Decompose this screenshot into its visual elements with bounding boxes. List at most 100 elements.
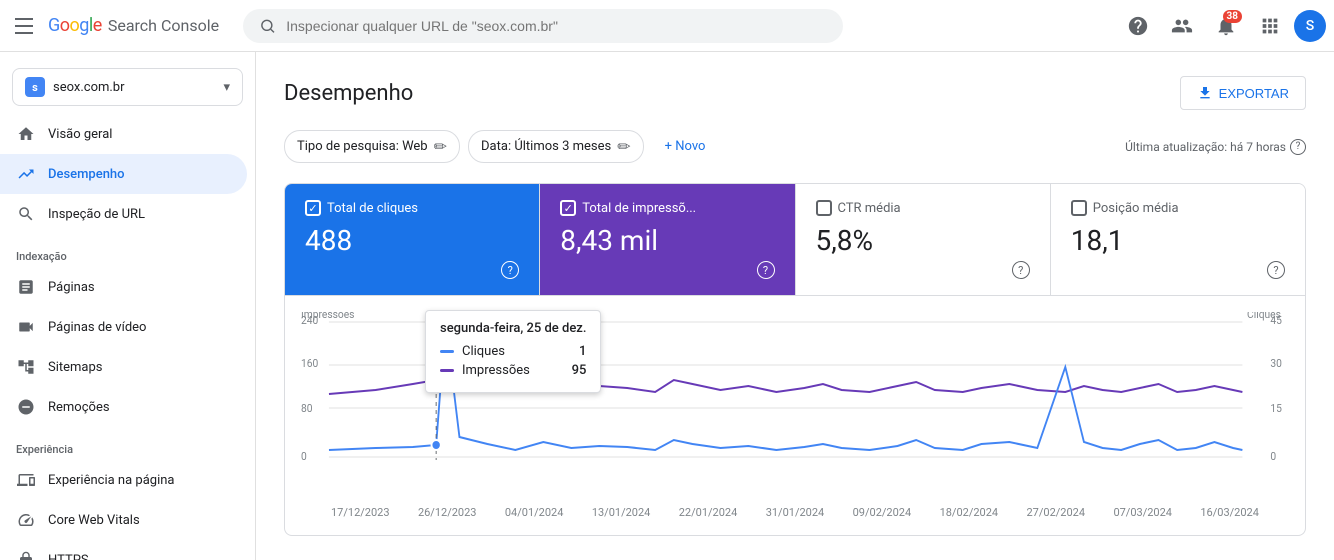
sidebar-item-remocoes[interactable]: Remoções — [0, 387, 247, 427]
x-axis-labels: 17/12/2023 26/12/2023 04/01/2024 13/01/2… — [301, 502, 1289, 519]
tooltip-row-impressoes: Impressões 95 — [440, 363, 586, 378]
devices-icon — [16, 470, 36, 490]
last-update: Última atualização: há 7 horas ? — [1125, 139, 1306, 155]
metric-value-ctr: 5,8% — [816, 224, 1030, 257]
home-icon — [16, 124, 36, 144]
metric-info-impressoes: ? — [560, 261, 774, 279]
page-header: Desempenho EXPORTAR — [284, 76, 1306, 110]
info-icon-impressoes[interactable]: ? — [757, 261, 775, 279]
metric-checkbox-cliques[interactable] — [305, 200, 321, 216]
metric-checkbox-impressoes[interactable] — [560, 200, 576, 216]
sidebar-item-inspecao-url[interactable]: Inspeção de URL — [0, 194, 247, 234]
sidebar-item-label: Core Web Vitals — [48, 513, 140, 528]
videocam-icon — [16, 317, 36, 337]
info-icon-cliques[interactable]: ? — [501, 261, 519, 279]
metric-value-cliques: 488 — [305, 224, 519, 257]
add-filter-label: + Novo — [665, 139, 706, 154]
svg-text:0: 0 — [1270, 450, 1276, 463]
export-button[interactable]: EXPORTAR — [1180, 76, 1306, 110]
sidebar-item-paginas[interactable]: Páginas — [0, 267, 247, 307]
metric-label-posicao: Posição média — [1093, 201, 1179, 216]
help-button[interactable] — [1118, 6, 1158, 46]
sidebar-item-core-web-vitals[interactable]: Core Web Vitals — [0, 500, 247, 540]
top-nav: Google Search Console 38 S — [0, 0, 1334, 52]
edit-icon: ✏ — [617, 137, 630, 156]
info-icon-ctr[interactable]: ? — [1012, 261, 1030, 279]
metric-header-posicao: Posição média — [1071, 200, 1285, 216]
sidebar-item-label: Páginas — [48, 280, 95, 295]
sidebar-item-https[interactable]: HTTPS — [0, 540, 247, 560]
sidebar-item-label: Desempenho — [48, 167, 125, 182]
avatar[interactable]: S — [1294, 10, 1326, 42]
svg-text:Cliques: Cliques — [1247, 312, 1281, 321]
sidebar-item-visao-geral[interactable]: Visão geral — [0, 114, 247, 154]
notifications-button[interactable]: 38 — [1206, 6, 1246, 46]
person-icon — [1171, 15, 1193, 37]
metric-value-impressoes: 8,43 mil — [560, 224, 774, 257]
sidebar-item-paginas-video[interactable]: Páginas de vídeo — [0, 307, 247, 347]
nav-section-indexacao: Indexação Páginas Páginas de vídeo Sitem… — [0, 242, 255, 427]
svg-text:160: 160 — [301, 357, 318, 370]
manage-users-button[interactable] — [1162, 6, 1202, 46]
metric-header-cliques: Total de cliques — [305, 200, 519, 216]
metric-info-cliques: ? — [305, 261, 519, 279]
metric-cards: Total de cliques 488 ? Total de impressõ… — [284, 183, 1306, 296]
metric-card-cliques[interactable]: Total de cliques 488 ? — [285, 184, 540, 295]
nav-icons: 38 S — [1118, 6, 1326, 46]
tooltip-label-cliques: Cliques — [462, 344, 571, 359]
tooltip-value-cliques: 1 — [579, 344, 586, 359]
metric-card-impressoes[interactable]: Total de impressõ... 8,43 mil ? — [540, 184, 795, 295]
metric-info-posicao: ? — [1071, 261, 1285, 279]
svg-text:30: 30 — [1270, 357, 1282, 370]
sidebar-item-label: Remoções — [48, 400, 110, 415]
metric-header-ctr: CTR média — [816, 200, 1030, 216]
svg-text:Impressões: Impressões — [301, 312, 354, 321]
sidebar-item-label: Experiência na página — [48, 473, 175, 488]
metric-card-ctr[interactable]: CTR média 5,8% ? — [796, 184, 1051, 295]
sitemap-icon — [16, 357, 36, 377]
add-filter-button[interactable]: + Novo — [652, 132, 719, 161]
search-icon — [259, 17, 276, 35]
sidebar-item-desempenho[interactable]: Desempenho — [0, 154, 247, 194]
edit-icon: ✏ — [434, 137, 447, 156]
page-title: Desempenho — [284, 81, 413, 106]
info-icon-posicao[interactable]: ? — [1267, 261, 1285, 279]
search-bar[interactable] — [243, 9, 843, 43]
remove-circle-icon — [16, 397, 36, 417]
sidebar-item-sitemaps[interactable]: Sitemaps — [0, 347, 247, 387]
search-nav-icon — [16, 204, 36, 224]
sidebar-item-experiencia-pagina[interactable]: Experiência na página — [0, 460, 247, 500]
lock-icon — [16, 550, 36, 560]
help-icon — [1127, 15, 1149, 37]
metric-checkbox-posicao[interactable] — [1071, 200, 1087, 216]
apps-button[interactable] — [1250, 6, 1290, 46]
property-selector[interactable]: s seox.com.br ▾ — [12, 68, 243, 106]
trending-up-icon — [16, 164, 36, 184]
property-icon: s — [25, 77, 45, 97]
property-name: seox.com.br — [53, 80, 215, 95]
tooltip-date: segunda-feira, 25 de dez. — [440, 321, 586, 336]
experiencia-label: Experiência — [0, 435, 255, 460]
tooltip-dot-cliques — [440, 350, 454, 353]
apps-icon — [1259, 15, 1281, 37]
hamburger-menu[interactable] — [8, 10, 40, 42]
date-range-filter[interactable]: Data: Últimos 3 meses ✏ — [468, 130, 644, 163]
info-icon: ? — [1290, 139, 1306, 155]
sidebar-item-label: Sitemaps — [48, 360, 103, 375]
google-logo-text: Google — [48, 15, 102, 36]
sidebar: s seox.com.br ▾ Visão geral Desempenho — [0, 52, 256, 560]
sidebar-item-label: Visão geral — [48, 127, 112, 142]
tooltip-dot-impressoes — [440, 369, 454, 372]
nav-section-experiencia: Experiência Experiência na página Core W… — [0, 435, 255, 560]
filter-label: Data: Últimos 3 meses — [481, 139, 611, 154]
main-content: Desempenho EXPORTAR Tipo de pesquisa: We… — [256, 52, 1334, 560]
metric-checkbox-ctr[interactable] — [816, 200, 832, 216]
metric-card-posicao[interactable]: Posição média 18,1 ? — [1051, 184, 1305, 295]
search-type-filter[interactable]: Tipo de pesquisa: Web ✏ — [284, 130, 460, 163]
nav-section-main: Visão geral Desempenho Inspeção de URL — [0, 114, 255, 234]
body-wrap: s seox.com.br ▾ Visão geral Desempenho — [0, 52, 1334, 560]
search-input[interactable] — [286, 18, 827, 34]
indexacao-label: Indexação — [0, 242, 255, 267]
tooltip-row-cliques: Cliques 1 — [440, 344, 586, 359]
metric-info-ctr: ? — [816, 261, 1030, 279]
